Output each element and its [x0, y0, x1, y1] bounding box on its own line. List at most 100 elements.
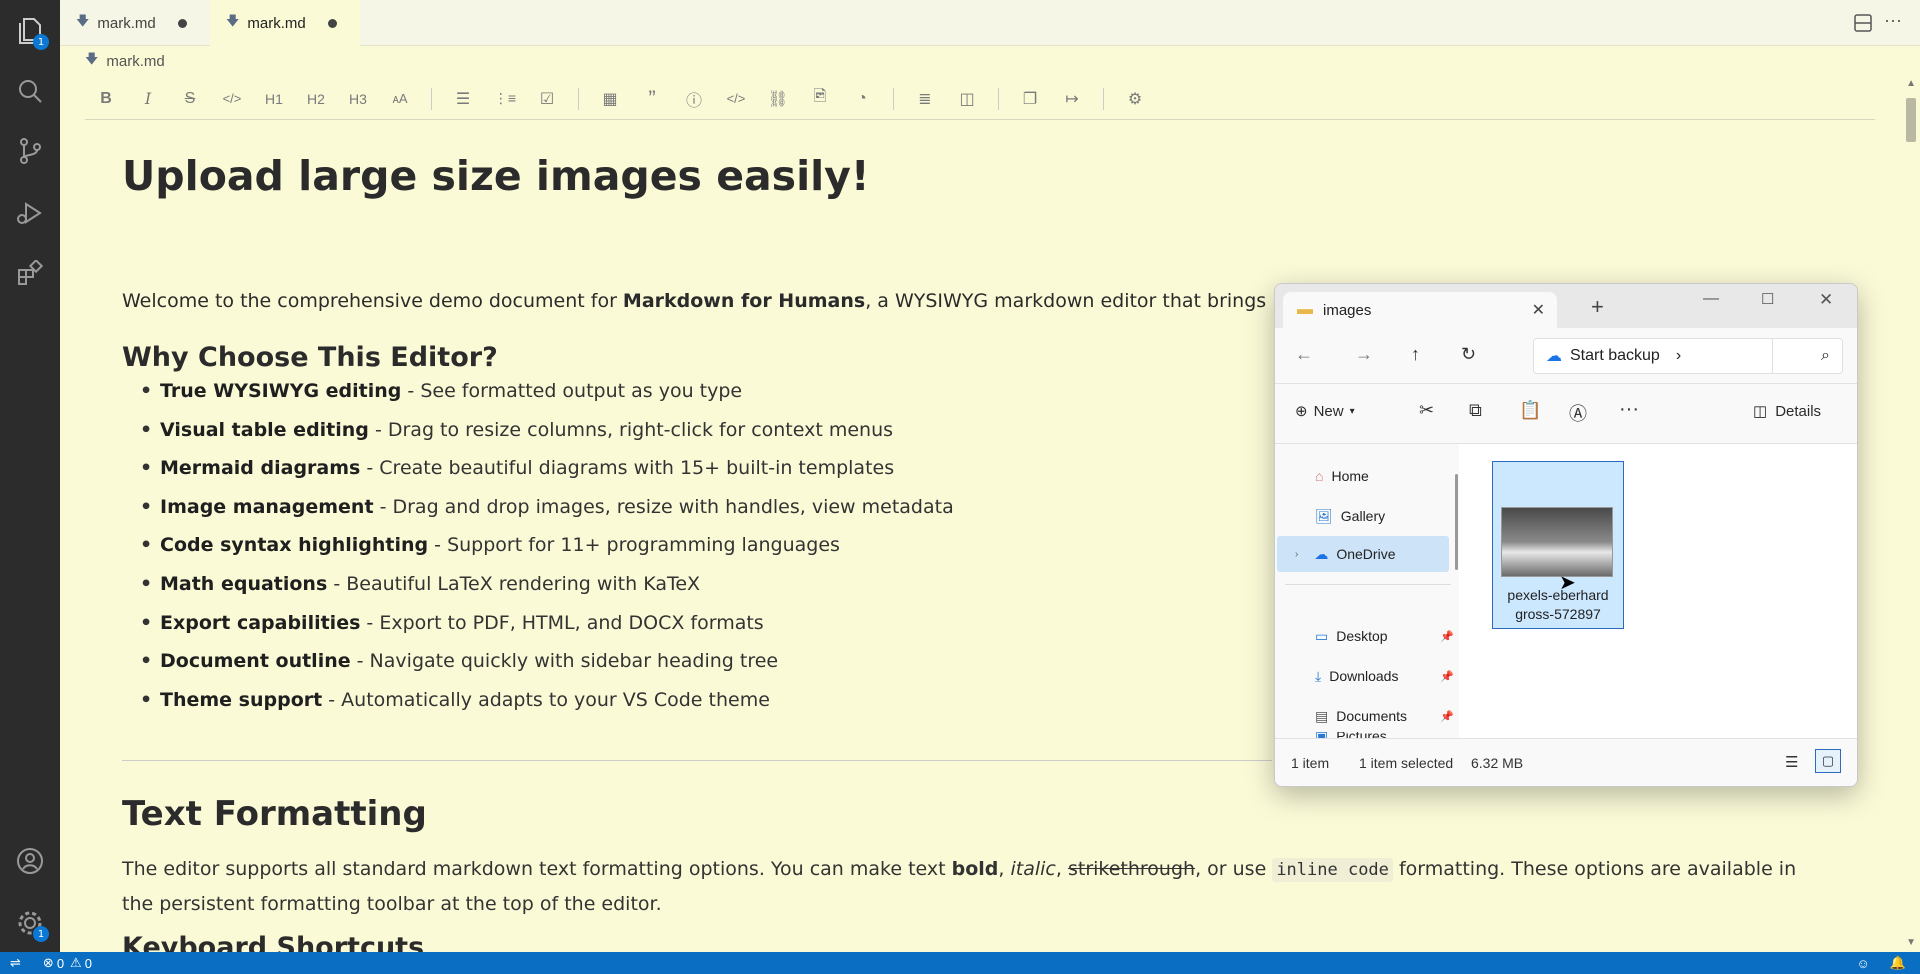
nav-item-downloads[interactable]: ⤓ Downloads 📌	[1315, 664, 1454, 688]
copy-icon[interactable]: ⧉	[1469, 400, 1482, 421]
breadcrumb[interactable]: 🡇 mark.md	[85, 50, 165, 72]
back-arrow-icon[interactable]: ←	[1295, 344, 1313, 365]
feature-desc: - Create beautiful diagrams with 15+ bui…	[360, 457, 895, 480]
split-editor-icon[interactable]	[1854, 14, 1872, 37]
up-arrow-icon[interactable]: ↑	[1411, 344, 1420, 365]
run-debug-icon[interactable]	[13, 196, 47, 230]
link-icon[interactable]: ⛓	[757, 81, 799, 117]
new-label: New	[1313, 402, 1344, 420]
explorer-tab[interactable]: ▬ images ✕	[1283, 292, 1557, 328]
file-item-selected[interactable]: pexels-eberhard gross-572897 ➤	[1492, 461, 1624, 629]
account-icon[interactable]	[13, 844, 47, 878]
file-explorer-window: ▬ images ✕ + — ☐ ✕ ← → ↑ ↻ ☁ Start backu…	[1274, 283, 1858, 787]
search-icon[interactable]	[13, 74, 47, 108]
notifications-bell-icon[interactable]: 🔔	[1890, 955, 1906, 971]
more-options-icon[interactable]: ···	[1619, 398, 1639, 421]
info-icon[interactable]: ⓘ	[673, 81, 715, 117]
manage-gear-icon[interactable]: 1	[13, 906, 49, 942]
more-actions-icon[interactable]: ···	[1884, 10, 1902, 31]
breadcrumb-file[interactable]: mark.md	[106, 53, 164, 70]
forward-arrow-icon[interactable]: →	[1355, 344, 1373, 365]
table-icon[interactable]: ▦	[589, 81, 631, 117]
details-button[interactable]: ◫ Details	[1753, 402, 1821, 421]
outline-icon[interactable]: ≣	[904, 81, 946, 117]
markdown-file-icon: 🡇	[226, 13, 240, 28]
italic-icon[interactable]: I	[127, 81, 169, 117]
image-icon[interactable]: 🖻	[799, 81, 841, 117]
cut-icon[interactable]: ✂	[1419, 400, 1434, 421]
nav-item-gallery[interactable]: 🖼 Gallery	[1315, 504, 1385, 528]
feature-name: Math equations	[160, 572, 328, 595]
nav-divider	[1285, 584, 1451, 585]
heading2-button[interactable]: H2	[295, 81, 337, 117]
quote-icon[interactable]: ”	[631, 81, 673, 117]
split-view-icon[interactable]: ◫	[946, 81, 988, 117]
selection-size: 6.32 MB	[1471, 755, 1524, 771]
markdown-file-icon: 🡇	[85, 51, 99, 66]
copy-icon[interactable]: ❐	[1009, 81, 1051, 117]
editor-tab-bar: 🡇 mark.md 🡇 mark.md ···	[60, 0, 1920, 46]
maximize-icon[interactable]: ☐	[1761, 290, 1774, 308]
heading1-button[interactable]: H1	[253, 81, 295, 117]
source-control-icon[interactable]	[13, 134, 47, 168]
numbered-list-icon[interactable]: ⋮≡	[484, 81, 526, 117]
minimize-icon[interactable]: —	[1703, 290, 1719, 308]
close-window-icon[interactable]: ✕	[1819, 290, 1833, 310]
rename-icon[interactable]: Ⓐ	[1569, 400, 1587, 426]
paste-icon[interactable]: 📋	[1519, 400, 1541, 421]
feature-name: Code syntax highlighting	[160, 534, 429, 557]
scroll-up-icon[interactable]: ▲	[1906, 78, 1916, 89]
copilot-icon[interactable]: ☺	[1857, 956, 1870, 971]
new-tab-icon[interactable]: +	[1591, 294, 1604, 320]
new-button[interactable]: ⊕ New ▾	[1295, 402, 1355, 421]
strikethrough-icon[interactable]: S	[169, 81, 211, 117]
nav-item-documents[interactable]: ▤ Documents 📌	[1315, 704, 1454, 728]
editor-scrollbar[interactable]: ▲ ▼	[1900, 78, 1920, 948]
para-text: ,	[1055, 858, 1068, 880]
chevron-right-icon[interactable]: ›	[1676, 347, 1681, 365]
warning-icon[interactable]: ⚠	[70, 955, 82, 971]
bold-icon[interactable]: B	[85, 81, 127, 117]
nav-item-desktop[interactable]: ▭ Desktop 📌	[1315, 624, 1454, 648]
text-size-icon[interactable]: ᴀA	[379, 81, 421, 117]
chevron-right-icon[interactable]: ›	[1295, 549, 1298, 560]
close-tab-icon[interactable]: ✕	[1532, 300, 1545, 320]
extensions-icon[interactable]	[13, 256, 47, 290]
error-count[interactable]: 0	[57, 956, 64, 971]
scroll-down-icon[interactable]: ▼	[1906, 937, 1916, 948]
code-block-icon[interactable]: </>	[715, 81, 757, 117]
mouse-cursor-icon: ➤	[1559, 572, 1576, 594]
intro-text: Welcome to the comprehensive demo docume…	[122, 290, 623, 312]
export-icon[interactable]: ↦	[1051, 81, 1093, 117]
tab-mark-md-2[interactable]: 🡇 mark.md	[210, 0, 360, 46]
warning-count[interactable]: 0	[85, 956, 92, 971]
details-pane-icon: ◫	[1753, 403, 1768, 420]
mermaid-diagram-icon[interactable]: ◔	[841, 81, 883, 117]
error-icon[interactable]: ⊗	[43, 955, 54, 971]
pin-icon[interactable]: 📌	[1440, 670, 1454, 683]
bullet-list-icon[interactable]: ☰	[442, 81, 484, 117]
refresh-icon[interactable]: ↻	[1461, 344, 1476, 365]
nav-label: Home	[1331, 468, 1369, 484]
remote-icon[interactable]: ⇌	[10, 955, 21, 971]
unsaved-dot-icon[interactable]	[327, 18, 337, 28]
nav-item-home[interactable]: ⌂ Home	[1315, 464, 1369, 488]
explorer-icon[interactable]: 1	[13, 14, 49, 50]
address-bar[interactable]: ☁ Start backup › ⌕	[1533, 338, 1843, 374]
nav-scrollbar[interactable]	[1455, 474, 1458, 570]
nav-label: Desktop	[1336, 628, 1388, 644]
pin-icon[interactable]: 📌	[1440, 630, 1454, 643]
heading3-button[interactable]: H3	[337, 81, 379, 117]
tile-view-icon[interactable]: ▢	[1815, 749, 1841, 773]
task-list-icon[interactable]: ☑	[526, 81, 568, 117]
settings-gear-icon[interactable]: ⚙	[1114, 81, 1156, 117]
search-icon[interactable]: ⌕	[1772, 339, 1842, 373]
scrollbar-thumb[interactable]	[1906, 98, 1916, 142]
nav-item-onedrive[interactable]: › ☁ OneDrive	[1295, 542, 1395, 566]
pin-icon[interactable]: 📌	[1440, 710, 1454, 723]
nav-label: Gallery	[1340, 508, 1386, 524]
list-view-icon[interactable]: ☰	[1785, 753, 1798, 771]
inline-code-icon[interactable]: </>	[211, 81, 253, 117]
tab-mark-md-1[interactable]: 🡇 mark.md	[60, 0, 203, 46]
unsaved-dot-icon[interactable]	[177, 18, 187, 28]
